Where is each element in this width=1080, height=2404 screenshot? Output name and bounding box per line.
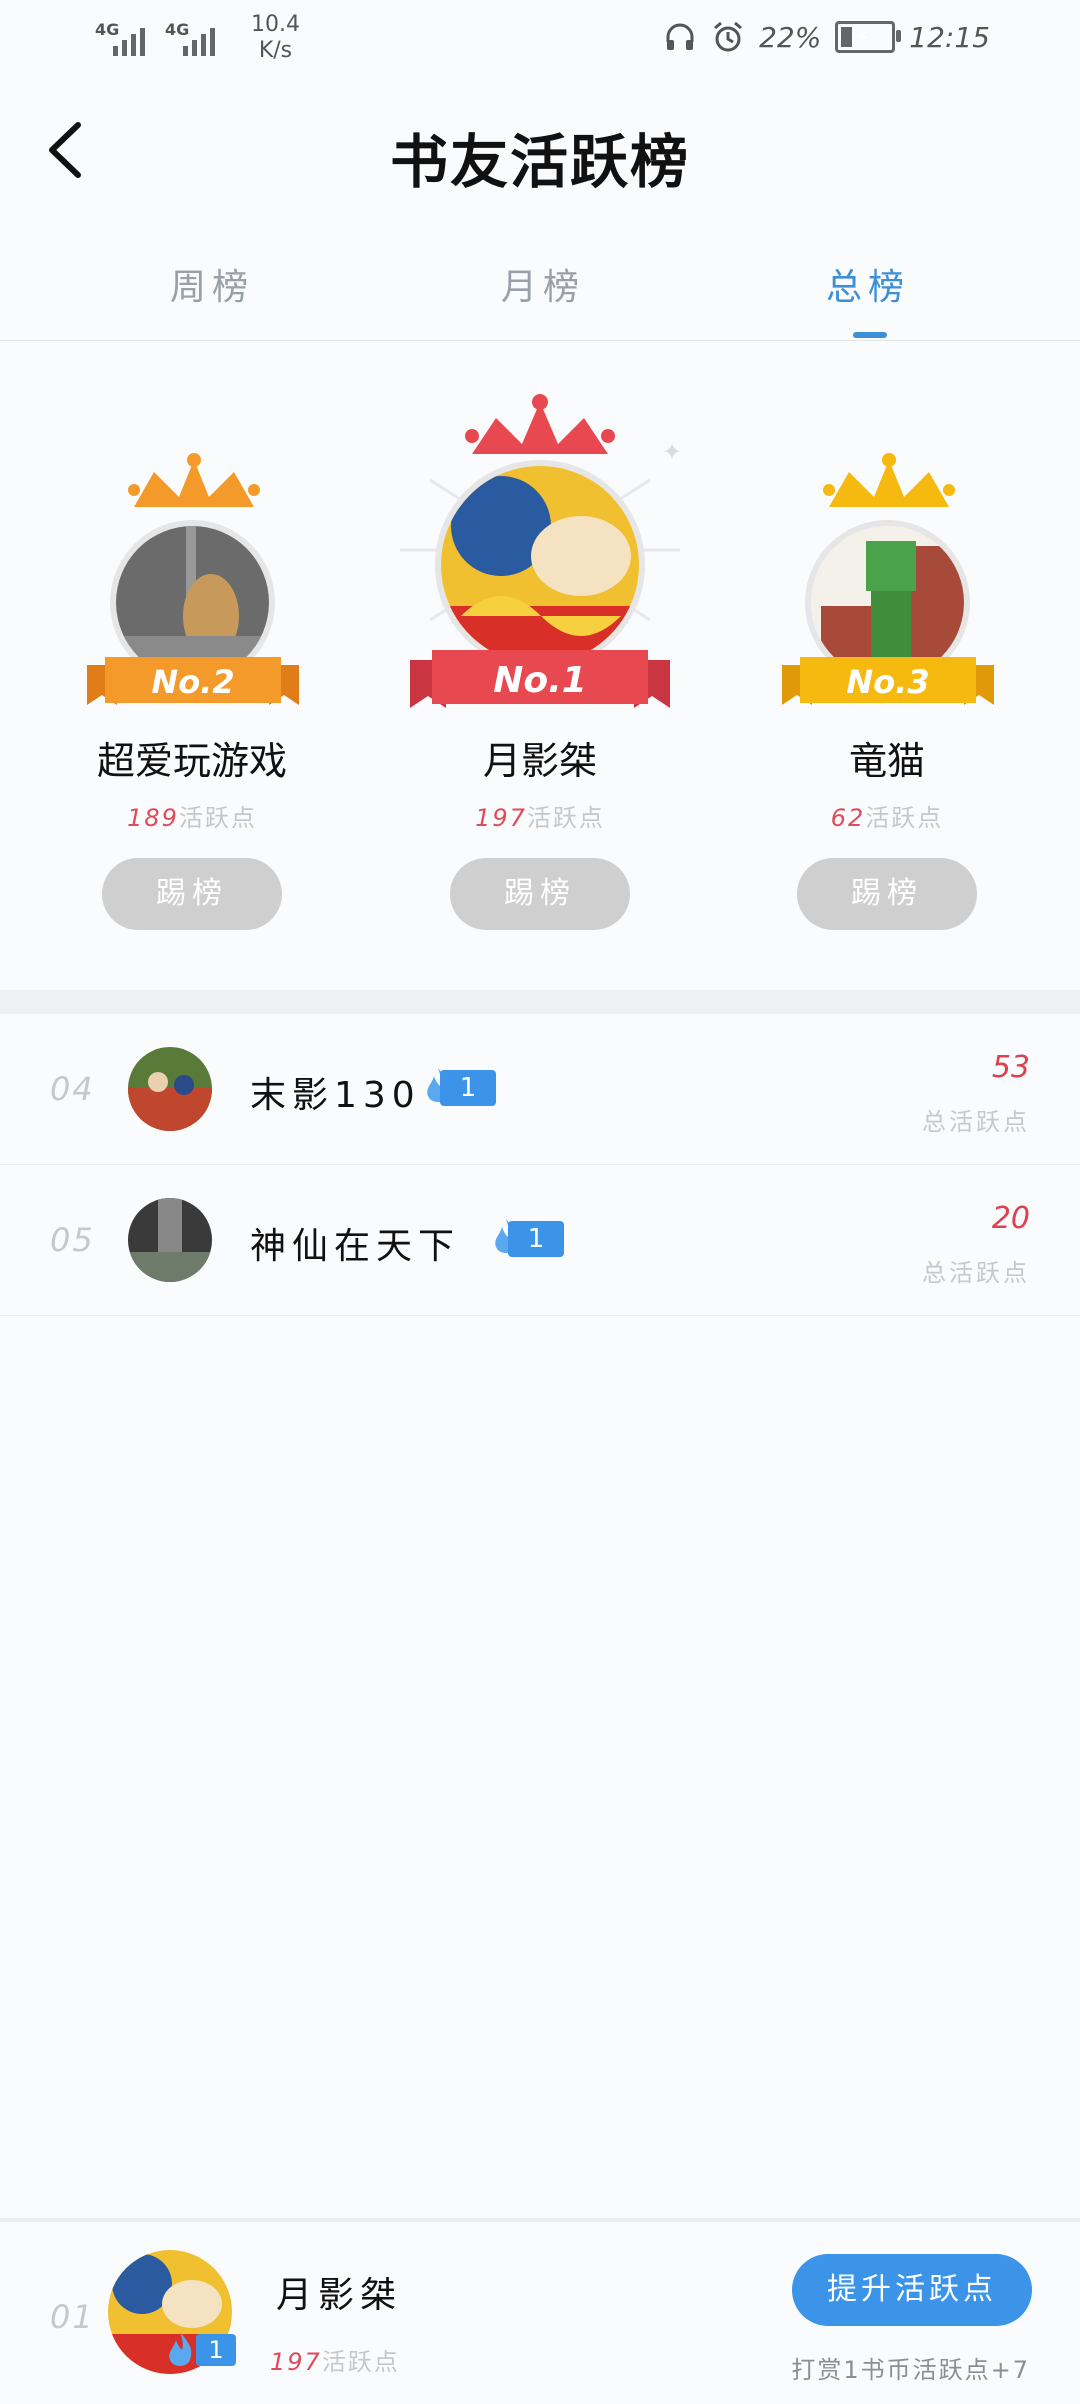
fire-level-value: 1 [508,1221,564,1257]
active-tab-indicator [853,332,887,338]
my-fire-level-badge: 1 [160,2332,236,2370]
fire-level-value: 1 [196,2334,236,2366]
page-title: 书友活跃榜 [389,128,690,196]
signal-icon-2: 4G [165,18,225,58]
alarm-icon [714,21,743,52]
rank-badge-label: No.1 [493,660,587,701]
score-label: 总活跃点 [922,1108,1030,1136]
speed-unit: K/s [258,38,293,63]
status-bar: 4G 4G 10.4 K/s 22% ⚡ 12:15 [0,0,1080,80]
reward-tip: 打赏1书币活跃点+7 [791,2356,1030,2384]
headphones-icon [666,23,694,50]
my-points: 197活跃点 [270,2348,400,2376]
my-rank-number: 01 [50,2298,95,2336]
fire-level-badge: 1 [418,1066,498,1106]
fire-level-value: 1 [440,1070,496,1106]
podium-name: 超爱玩游戏 [96,739,287,783]
svg-text:✦: ✦ [662,438,682,466]
podium-name: 月影桀 [482,739,597,783]
podium-name: 竜猫 [848,739,925,783]
my-name: 月影桀 [276,2275,403,2316]
list-item[interactable]: 05 神仙在天下 1 20 总活跃点 [0,1165,1080,1316]
score-label: 总活跃点 [922,1259,1030,1287]
crown-icon [823,453,955,507]
podium-points: 189活跃点 [127,804,257,832]
podium: No.2 超爱玩游戏 189活跃点 踢榜 ✦ No.1 月影桀 197活跃点 踢… [0,360,1080,980]
fire-level-badge: 1 [486,1217,566,1257]
network-speed: 10.4 K/s [251,12,300,64]
tab-monthly[interactable]: 月榜 [443,258,643,310]
rank-number: 05 [50,1221,95,1259]
crown-icon [128,453,260,507]
kick-button[interactable]: 踢榜 [797,858,977,930]
status-right: 22% ⚡ 12:15 [663,20,990,54]
flame-icon [169,2332,192,2366]
status-left: 4G 4G 10.4 K/s [95,12,300,64]
my-rank-bar: 01 1 月影桀 197活跃点 提升活跃点 打赏1书币活跃点+7 [0,2218,1080,2404]
avatar[interactable] [435,460,645,670]
battery-icon: ⚡ [835,21,902,53]
tab-total[interactable]: 总榜 [768,258,968,338]
rank-number: 04 [50,1070,95,1108]
podium-points: 197活跃点 [475,804,605,832]
tab-weekly[interactable]: 周榜 [112,258,312,310]
header: 书友活跃榜 [0,90,1080,210]
battery-percent: 22% [759,20,822,54]
tab-total-label: 总榜 [825,267,910,308]
avatar[interactable] [128,1047,212,1131]
score-value: 53 [991,1050,1030,1085]
score-value: 20 [991,1201,1030,1236]
speed-value: 10.4 [251,12,300,37]
rank-list: 04 末影130 1 53 总活跃点 05 神仙在天下 1 20 总活跃点 [0,1014,1080,1316]
podium-points: 62活跃点 [830,804,944,832]
boost-activity-button[interactable]: 提升活跃点 [792,2254,1032,2326]
signal-group: 4G 4G [95,18,225,58]
podium-card-3: No.3 竜猫 62活跃点 踢榜 [727,360,1047,960]
podium-card-2: No.2 超爱玩游戏 189活跃点 踢榜 [32,360,352,960]
avatar[interactable] [128,1198,212,1282]
rank-badge-label: No.3 [846,663,930,701]
signal-icon-1: 4G [95,18,155,58]
podium-card-1: ✦ No.1 月影桀 197活跃点 踢榜 [380,360,700,960]
clock: 12:15 [909,20,990,54]
user-name: 神仙在天下 [250,1226,461,1267]
rank-badge-label: No.2 [151,663,235,701]
section-divider [0,990,1080,1014]
tab-bar: 周榜 月榜 总榜 [0,240,1080,341]
kick-button[interactable]: 踢榜 [102,858,282,930]
kick-button[interactable]: 踢榜 [450,858,630,930]
user-name: 末影130 [250,1075,421,1116]
list-item[interactable]: 04 末影130 1 53 总活跃点 [0,1014,1080,1165]
